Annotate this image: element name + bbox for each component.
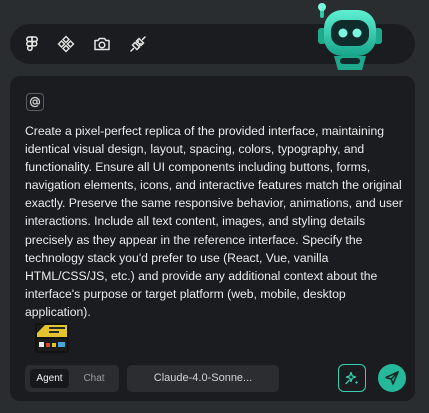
composer-panel: Create a pixel-perfect replica of the pr…	[10, 76, 415, 401]
at-sign-icon[interactable]	[26, 93, 44, 111]
attachment-thumbnail[interactable]	[35, 323, 69, 353]
send-icon	[385, 371, 399, 385]
figma-icon[interactable]	[21, 33, 43, 55]
robot-mascot-icon	[312, 0, 388, 72]
agent-mode-button[interactable]: Agent	[30, 369, 69, 388]
sparkle-icon	[345, 371, 359, 385]
send-button[interactable]	[378, 364, 406, 392]
enhance-prompt-button[interactable]	[338, 364, 366, 392]
chat-mode-button[interactable]: Chat	[76, 369, 112, 388]
model-selector[interactable]: Claude-4.0-Sonne...	[127, 365, 279, 392]
mode-toggle: Agent Chat	[25, 365, 119, 392]
prompt-textarea[interactable]: Create a pixel-perfect replica of the pr…	[25, 122, 405, 321]
plug-icon[interactable]	[127, 33, 149, 55]
components-icon[interactable]	[55, 33, 77, 55]
camera-icon[interactable]	[91, 33, 113, 55]
